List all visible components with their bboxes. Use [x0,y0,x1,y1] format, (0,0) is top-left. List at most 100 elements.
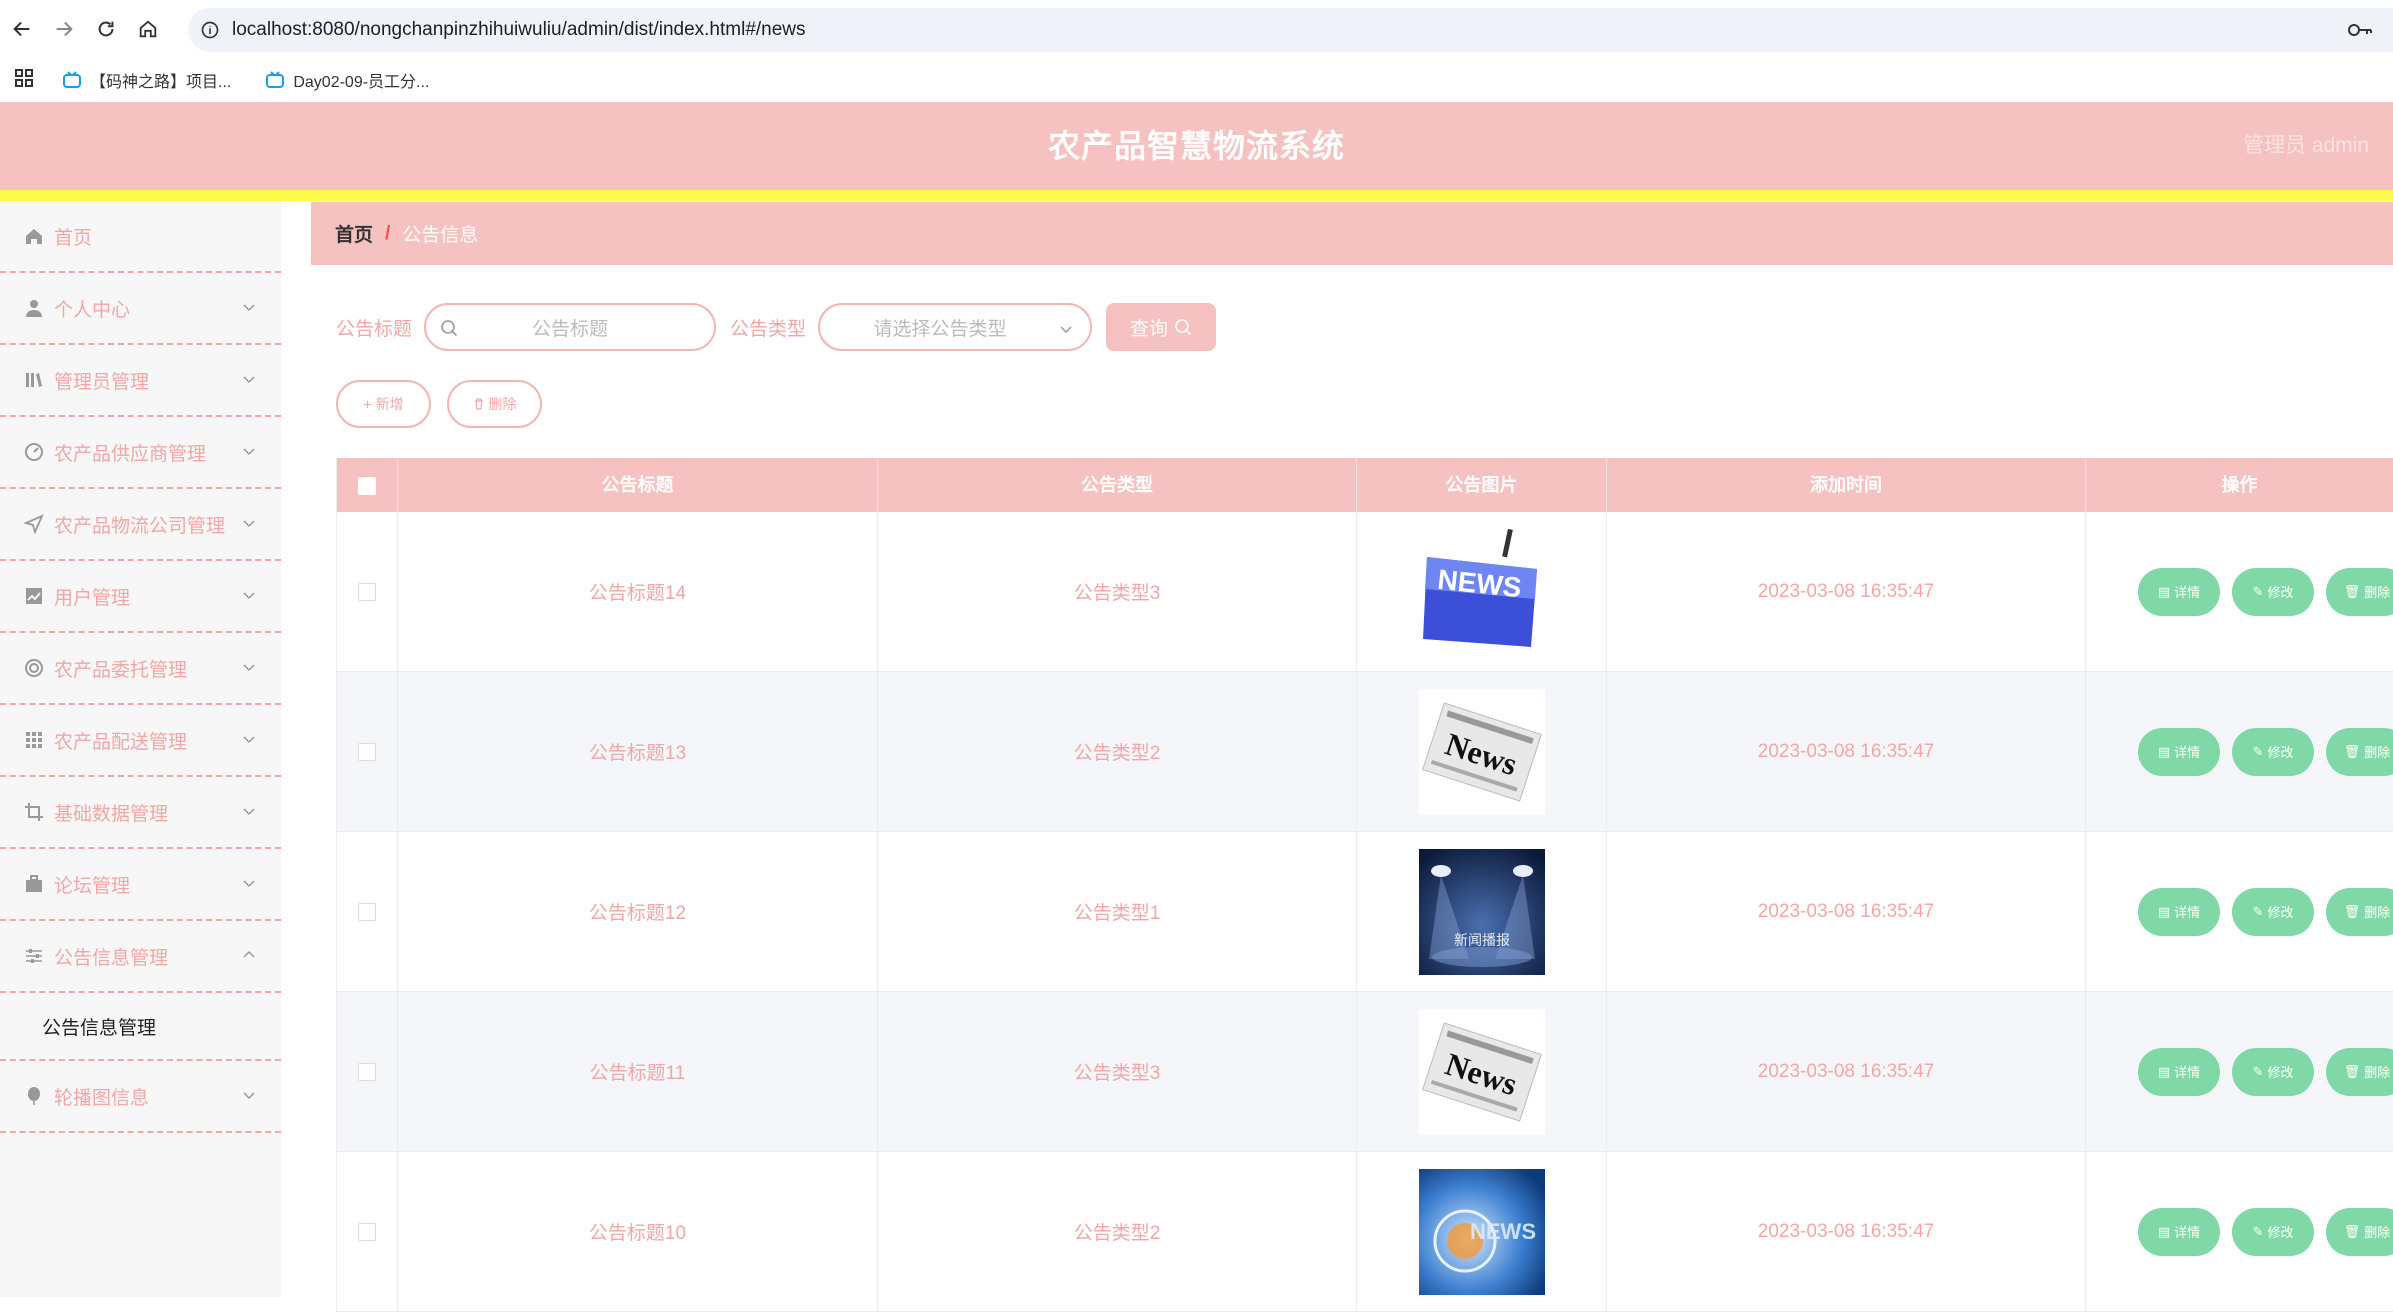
url-text[interactable]: localhost:8080/nongchanpinzhihuiwuliu/ad… [232,19,806,41]
chevron-down-icon [243,1092,255,1100]
sidebar-item-forum[interactable]: 论坛管理 [0,849,281,921]
row-checkbox[interactable] [358,1062,376,1081]
edit-button[interactable]: ✎ 修改 [2232,567,2314,616]
bookmark-item[interactable]: 【码神之路】项目... [62,68,231,92]
site-info-icon[interactable] [188,20,232,40]
table-row: 公告标题10 公告类型2 NEWS 2023-03-08 16:35:47 ▤ 详… [336,1152,2393,1312]
edit-icon: ✎ [2252,583,2264,599]
query-button[interactable]: 查询 [1106,303,1217,351]
operations-cell: ▤ 详情 ✎ 修改 🗑 删除 [2086,1152,2393,1311]
table-header: 公告标题 公告类型 公告图片 添加时间 操作 [336,458,2393,512]
delete-button[interactable]: 🗑 删除 [2326,887,2393,936]
select-all-checkbox[interactable] [358,477,376,496]
lifebuoy-icon [24,658,44,678]
add-button[interactable]: + 新增 [336,380,431,428]
reload-icon[interactable] [86,9,126,49]
sidebar-item-basedata[interactable]: 基础数据管理 [0,777,281,849]
sidebar-item-carousel[interactable]: 轮播图信息 [0,1061,281,1133]
delete-label: 删除 [2364,745,2391,760]
forward-icon[interactable] [44,9,84,49]
title-search-input[interactable]: 公告标题 [424,303,717,351]
batch-delete-button[interactable]: 删除 [447,380,542,428]
detail-button[interactable]: ▤ 详情 [2138,887,2220,936]
operations-cell: ▤ 详情 ✎ 修改 🗑 删除 [2086,992,2393,1151]
breadcrumb-separator: / [385,222,391,244]
sidebar-item-supplier[interactable]: 农产品供应商管理 [0,417,281,489]
time-cell: 2023-03-08 16:35:47 [1607,992,2086,1151]
back-icon[interactable] [2,9,42,49]
chart-icon [24,586,44,606]
detail-icon: ▤ [2157,1223,2171,1239]
delete-button[interactable]: 🗑 删除 [2326,1047,2393,1096]
bilibili-icon [63,71,81,88]
sidebar-item-users[interactable]: 用户管理 [0,561,281,633]
delete-button[interactable]: 🗑 删除 [2326,727,2393,776]
column-header: 添加时间 [1607,458,2086,512]
sidebar-item-label: 农产品供应商管理 [54,443,207,465]
sidebar-item-label: 个人中心 [54,299,131,321]
row-checkbox[interactable] [358,582,376,601]
table-row: 公告标题12 公告类型1 新闻播报 2023-03-08 16:35:47 ▤ … [336,832,2393,992]
sidebar-item-home[interactable]: 首页 [0,201,281,273]
type-select[interactable]: 请选择公告类型 [818,303,1093,351]
chevron-down-icon [243,736,255,744]
password-key-icon[interactable] [2347,18,2373,47]
chevron-down-icon [243,664,255,672]
sidebar-item-label: 首页 [54,227,93,249]
detail-button[interactable]: ▤ 详情 [2138,1047,2220,1096]
sidebar-item-label: 农产品委托管理 [54,659,188,681]
admin-label[interactable]: 管理员 admin [2243,102,2369,190]
sidebar-item-label: 农产品配送管理 [54,731,188,753]
row-checkbox[interactable] [358,742,376,761]
type-cell: 公告类型3 [878,992,1357,1151]
edit-icon: ✎ [2252,1063,2264,1079]
select-all-cell[interactable] [336,458,398,512]
edit-button[interactable]: ✎ 修改 [2232,1207,2314,1256]
apps-grid-icon[interactable] [14,68,38,93]
delete-button-label: 删除 [488,396,517,412]
bookmark-item[interactable]: Day02-09-员工分... [265,68,429,92]
sidebar-item-label: 基础数据管理 [54,803,169,825]
add-button-label: 新增 [375,396,404,412]
title-cell: 公告标题12 [398,832,878,991]
detail-label: 详情 [2174,745,2201,760]
edit-button[interactable]: ✎ 修改 [2232,887,2314,936]
detail-button[interactable]: ▤ 详情 [2138,727,2220,776]
sidebar-item-admin[interactable]: 管理员管理 [0,345,281,417]
image-cell: News [1357,992,1607,1151]
row-checkbox[interactable] [358,1222,376,1241]
search-icon [1175,319,1192,336]
detail-label: 详情 [2174,1065,2201,1080]
delete-button[interactable]: 🗑 删除 [2326,1207,2393,1256]
sidebar-item-delivery[interactable]: 农产品配送管理 [0,705,281,777]
search-form: 公告标题 公告标题 公告类型 请选择公告类型 查询 [336,302,1217,352]
chevron-down-icon [243,520,255,528]
sidebar-item-personal[interactable]: 个人中心 [0,273,281,345]
sidebar-item-notice[interactable]: 公告信息管理 [0,921,281,993]
sidebar-subitem-notice[interactable]: 公告信息管理 [0,993,281,1061]
sidebar-item-label: 用户管理 [54,587,131,609]
chevron-up-icon [243,950,255,958]
app-title: 农产品智慧物流系统 [1047,128,1345,164]
crop-icon [24,802,44,822]
news-key-image: NEWS [1418,528,1545,655]
delete-button[interactable]: 🗑 删除 [2326,567,2393,616]
sidebar-item-logistics[interactable]: 农产品物流公司管理 [0,489,281,561]
detail-button[interactable]: ▤ 详情 [2138,567,2220,616]
operations-cell: ▤ 详情 ✎ 修改 🗑 删除 [2086,832,2393,991]
column-header: 公告标题 [398,458,878,512]
trash-icon: 🗑 [2343,903,2361,919]
address-bar[interactable]: localhost:8080/nongchanpinzhihuiwuliu/ad… [188,8,2393,52]
breadcrumb-home[interactable]: 首页 [335,220,373,247]
row-checkbox[interactable] [358,902,376,921]
home-nav-icon[interactable] [128,9,168,49]
bookmark-label: Day02-09-员工分... [293,74,430,91]
edit-button[interactable]: ✎ 修改 [2232,727,2314,776]
column-header: 操作 [2221,475,2258,495]
detail-button[interactable]: ▤ 详情 [2138,1207,2220,1256]
sidebar-item-entrust[interactable]: 农产品委托管理 [0,633,281,705]
chevron-down-icon [243,592,255,600]
chevron-down-icon [243,808,255,816]
sidebar-item-label: 农产品物流公司管理 [54,515,226,537]
edit-button[interactable]: ✎ 修改 [2232,1047,2314,1096]
